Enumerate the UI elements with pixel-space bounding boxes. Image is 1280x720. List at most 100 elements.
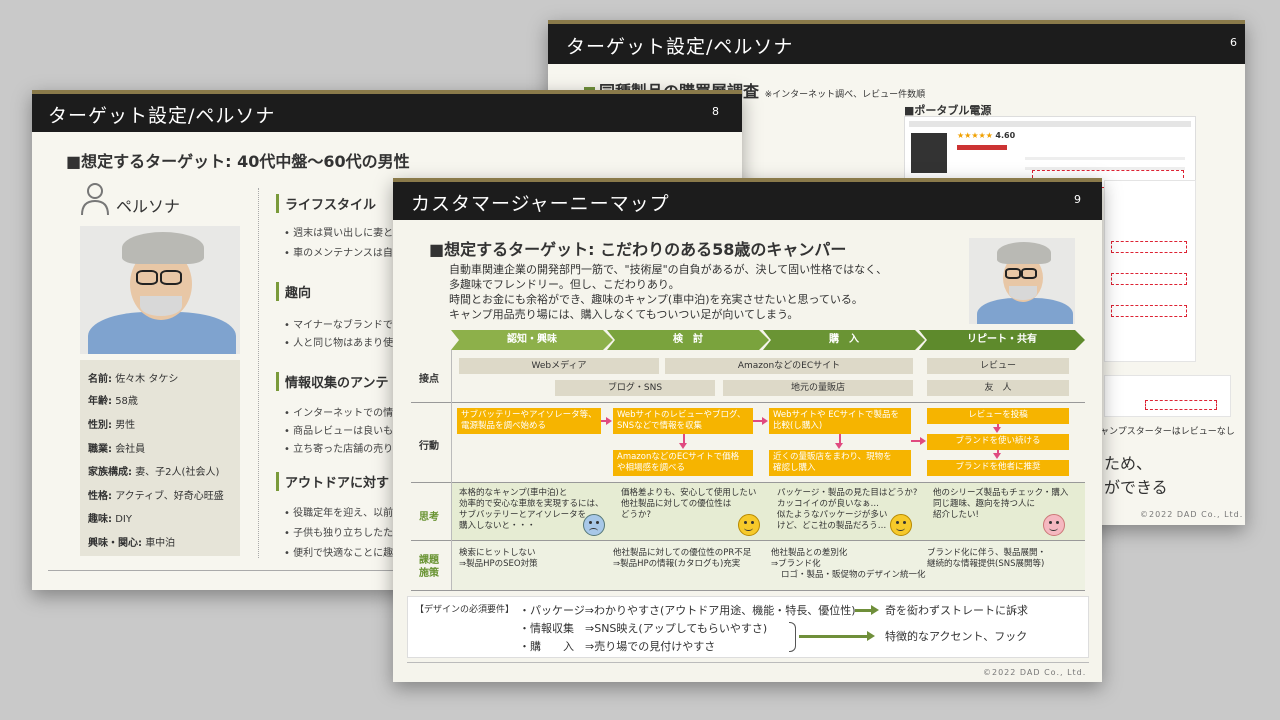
slide-6-copyright: ©2022 DAD Co., Ltd. (1140, 510, 1244, 519)
touchpoint-ec-site: AmazonなどのECサイト (665, 358, 913, 374)
req-arrow-2-head (867, 631, 875, 641)
action-keep-brand: ブランドを使い続ける (927, 434, 1069, 450)
action-check-price: AmazonなどのECサイトで価格 や相場感を調べる (613, 450, 753, 476)
flow-arrow-head (679, 443, 687, 449)
section-info-gathering: 情報収集のアンテ (276, 372, 388, 391)
profile-row: 趣味: DIY (88, 514, 132, 525)
section-lifestyle: ライフスタイル (276, 194, 376, 213)
action-recommend: ブランドを他者に推奨 (927, 460, 1069, 476)
profile-row: 性別: 男性 (88, 420, 136, 431)
req-purchase: ・購 入 ⇒売り場での見付けやすさ (519, 640, 716, 653)
row-label-thought: 思考 (419, 512, 439, 523)
req-bracket (789, 622, 796, 652)
persona-photo (80, 226, 240, 354)
slide-8-page-number: 8 (712, 105, 719, 118)
profile-row: 名前: 佐々木 タケシ (88, 374, 179, 385)
grid-rule (411, 590, 1085, 591)
grid-rule (411, 402, 1085, 403)
phase-awareness: 認知・興味 (451, 330, 613, 350)
action-research-power: サブバッテリーやアイソレータ等、 電源製品を調べ始める (457, 408, 601, 434)
req-package: ・パッケージ⇒わかりやすさ(アウトドア用途、機能・特長、優位性) (519, 604, 856, 617)
persona-thumbnail (969, 238, 1075, 324)
flow-arrow-head (835, 443, 843, 449)
bullet: • 車のメンテナンスは自 (284, 248, 393, 259)
profile-box (80, 360, 240, 556)
person-outline-icon (80, 182, 110, 216)
phase-purchase: 購 入 (763, 330, 925, 350)
req-arrow-2 (799, 635, 869, 638)
issue-repeat: ブランド化に伴う、製品展開・ 継続的な情報提供(SNS展開等) (927, 548, 1047, 569)
bullet: • 週末は買い出しに妻と (284, 228, 394, 239)
profile-row: 性格: アクティブ、好奇心旺盛 (88, 491, 224, 502)
profile-row: 興味・関心: 車中泊 (88, 538, 176, 549)
slide-6-partial-text-2: ができる (1104, 478, 1168, 497)
action-post-review: レビューを投稿 (927, 408, 1069, 424)
phase-repeat-share: リピート・共有 (919, 330, 1085, 350)
review-screenshot (1104, 375, 1231, 417)
bullet: • 役職定年を迎え、以前 (284, 508, 394, 519)
side-thumbs (1104, 180, 1196, 362)
review-note: ャンプスターターはレビューなし (1100, 427, 1235, 437)
slide-9-footer-rule (407, 662, 1089, 663)
column-divider (258, 188, 259, 558)
phase-consideration: 検 討 (607, 330, 769, 350)
slide-6-title: ターゲット設定/ペルソナ (566, 36, 794, 58)
flow-arrow-head (993, 427, 1001, 433)
touchpoint-web-media: Webメディア (459, 358, 659, 374)
row-label-action: 行動 (419, 441, 439, 452)
flow-arrow-head (606, 417, 612, 425)
req-info: ・情報収集 ⇒SNS映え(アップしてもらいやすさ) (519, 622, 768, 635)
issue-consideration: 他社製品に対しての優位性のPR不足 ⇒製品HPの情報(カタログも)充実 (613, 548, 752, 569)
bullet: • 人と同じ物はあまり使 (284, 338, 394, 349)
slide-8-header: ターゲット設定/ペルソナ 8 (32, 90, 742, 132)
bullet: • 子供も独り立ちしたた (284, 528, 394, 539)
row-label-touchpoint: 接点 (419, 374, 439, 385)
flow-arrow-head (920, 437, 926, 445)
product-image (911, 133, 947, 173)
flow-arrow-head (993, 453, 1001, 459)
slide-6-header: ターゲット設定/ペルソナ 6 (548, 20, 1245, 64)
flow-arrow-head (762, 417, 768, 425)
slide-8-title: ターゲット設定/ペルソナ (48, 105, 276, 127)
section-outdoor: アウトドアに対す (276, 472, 389, 491)
slide-9-page-number: 9 (1074, 193, 1081, 206)
touchpoint-local-store: 地元の量販店 (723, 380, 913, 396)
req-label: 【デザインの必須要件】 (415, 605, 515, 615)
smile-face-icon (738, 514, 760, 536)
happy-face-icon (1043, 514, 1065, 536)
slide-9-title: カスタマージャーニーマップ (411, 193, 670, 215)
slide-6-page-number: 6 (1230, 36, 1237, 49)
touchpoint-friends: 友 人 (927, 380, 1069, 396)
thought-consideration: 価格差よりも、安心して使用したい 他社製品に対しての優位性は どうか? (621, 488, 757, 520)
bullet: • 商品レビューは良いも (284, 426, 394, 437)
profile-row: 年齢: 58歳 (88, 396, 138, 407)
section-preference: 趣向 (276, 282, 311, 301)
row-label-measure: 施策 (419, 568, 439, 579)
target-description: 自動車関連企業の開発部門一筋で、"技術屋"の自負があるが、決して固い性格ではなく… (449, 263, 888, 321)
profile-row: 職業: 会社員 (88, 444, 146, 455)
smile-face-icon (890, 514, 912, 536)
persona-label: ペルソナ (116, 197, 181, 216)
bullet: • 便利で快適なことに趣 (284, 548, 394, 559)
req-result-1: 奇を衒わずストレートに訴求 (885, 604, 1028, 617)
touchpoint-blog-sns: ブログ・SNS (555, 380, 715, 396)
issue-purchase: 他社製品との差別化 ⇒ブランド化 ロゴ・製品・販促物のデザイン統一化 (771, 548, 926, 580)
action-compare-buy: Webサイトや ECサイトで製品を 比較(し購入) (769, 408, 911, 434)
slide-9-header: カスタマージャーニーマップ 9 (393, 178, 1102, 220)
bullet: • マイナーなブランドで (284, 320, 393, 331)
bullet: • 立ち寄った店舗の売り (284, 444, 394, 455)
slide-9-heading: ■想定するターゲット: こだわりのある58歳のキャンパー (429, 240, 847, 259)
req-result-2: 特徴的なアクセント、フック (885, 630, 1028, 643)
worried-face-icon (583, 514, 605, 536)
req-arrow-1-head (871, 605, 879, 615)
bullet: • インターネットでの情 (284, 408, 394, 419)
action-store-buy: 近くの量販店をまわり、現物を 確認し購入 (769, 450, 911, 476)
issue-awareness: 検索にヒットしない ⇒製品HPのSEO対策 (459, 548, 538, 569)
thought-awareness: 本格的なキャンプ(車中泊)と 効率的で安心な車旅を実現するには、 サブバッテリーとア… (459, 488, 604, 531)
slide-9: カスタマージャーニーマップ 9 ■想定するターゲット: こだわりのある58歳のキ… (393, 178, 1102, 682)
slide-6-note: ※インターネット調べ、レビュー件数順 (764, 90, 926, 100)
touchpoint-review: レビュー (927, 358, 1069, 374)
action-gather-info: Webサイトのレビューやブログ、 SNSなどで情報を収集 (613, 408, 753, 434)
rating-stars: ★★★★★ 4.60 (957, 131, 1016, 140)
screen: { "slide6": { "title": "ターゲット設定/ペルソナ", "… (0, 0, 1280, 720)
